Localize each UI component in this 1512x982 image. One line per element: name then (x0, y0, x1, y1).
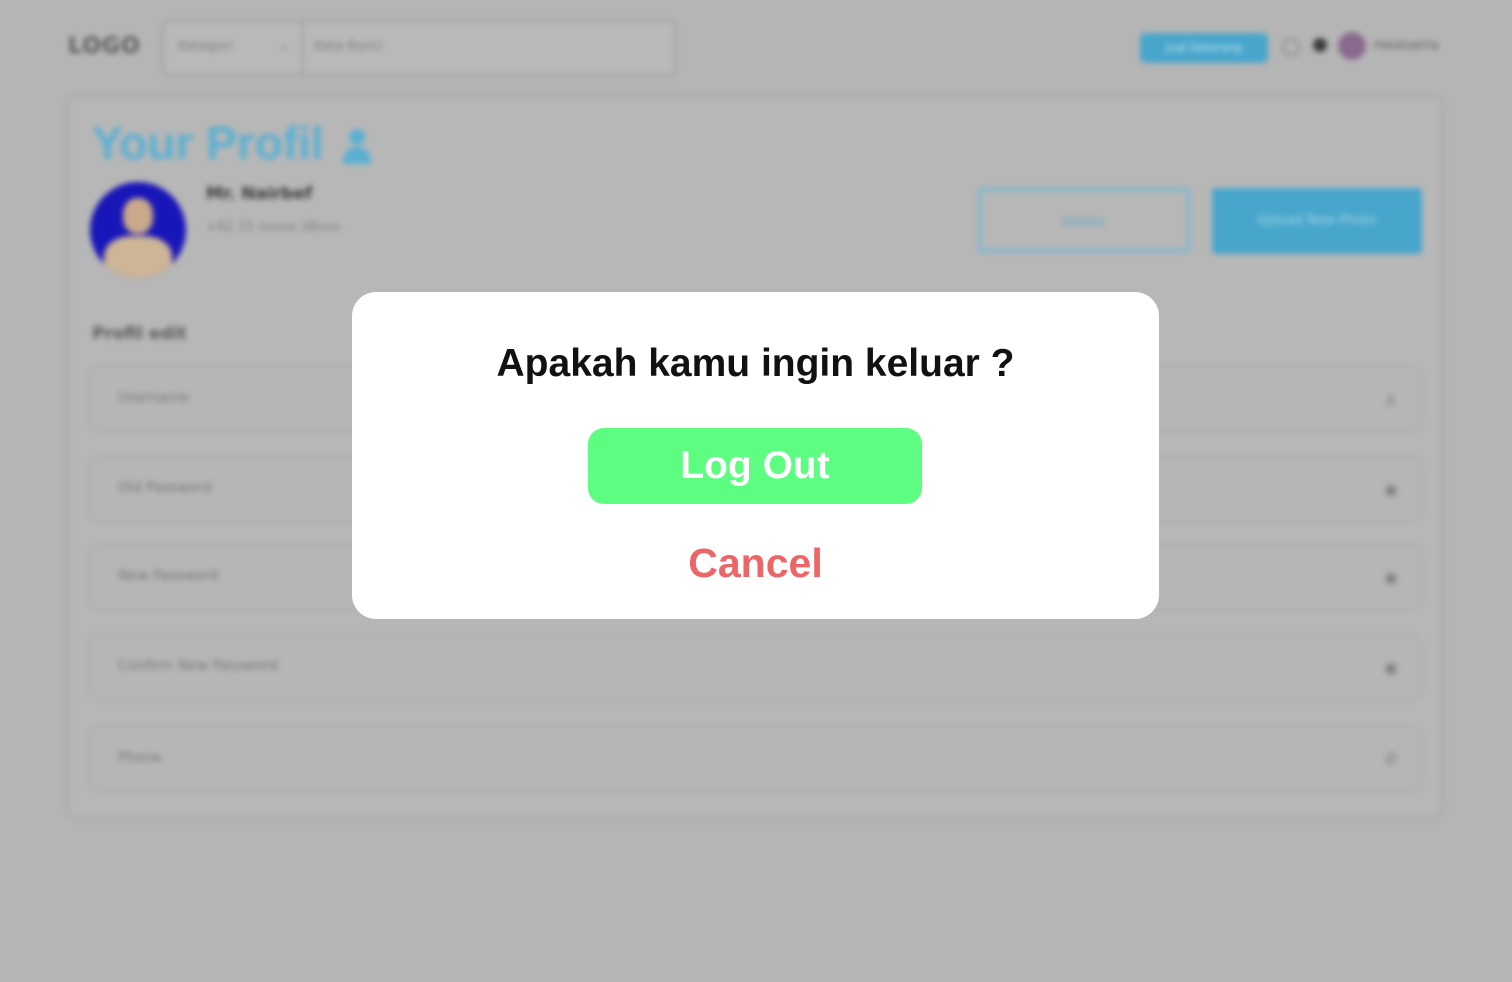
chevron-down-icon: ⌄ (278, 37, 290, 53)
search-bar: Kategori ⌄ Kata Kunci (162, 20, 676, 76)
section-title: Profil edit (92, 324, 187, 344)
category-select: Kategori ⌄ (164, 22, 304, 74)
notification-icon (1313, 38, 1327, 52)
field-label: New Password (118, 568, 219, 584)
profile-phone: +62 15 xxxxx 28xxx (206, 220, 341, 235)
chat-icon (1282, 38, 1300, 56)
cancel-button[interactable]: Cancel (352, 540, 1159, 587)
sell-button: Jual Sekarang (1140, 33, 1268, 63)
confirm-password-field: Confirm New Password ◉ (90, 636, 1420, 698)
page-title: Your Profil (92, 117, 324, 169)
eye-icon: ◉ (1384, 658, 1398, 677)
eye-icon: ◉ (1384, 568, 1398, 587)
header-username: Halalsatria (1374, 38, 1439, 52)
delete-photo-button: Delete (978, 188, 1190, 252)
person-icon (343, 129, 371, 164)
profile-photo (90, 182, 186, 278)
dialog-title: Apakah kamu ingin keluar ? (496, 342, 1015, 385)
field-label: Old Password (118, 480, 212, 496)
logout-button[interactable]: Log Out (588, 428, 922, 504)
phone-field: Phone ✆ (90, 728, 1420, 790)
field-label: Confirm New Password (118, 658, 279, 674)
field-label: Phone (118, 750, 162, 766)
eye-icon: ◉ (1384, 480, 1398, 499)
profile-name: Mr. Nairbef (206, 184, 313, 204)
upload-photo-button: Upload New Photo (1212, 188, 1422, 254)
avatar (1338, 32, 1366, 60)
search-input: Kata Kunci (314, 39, 383, 54)
person-icon: ♙ (1383, 390, 1398, 409)
field-label: Username (118, 390, 190, 406)
category-label: Kategori (178, 39, 233, 54)
logout-dialog: Apakah kamu ingin keluar ? Log Out Cance… (352, 292, 1159, 619)
logo: LOGO (68, 34, 141, 59)
phone-icon: ✆ (1384, 750, 1398, 769)
